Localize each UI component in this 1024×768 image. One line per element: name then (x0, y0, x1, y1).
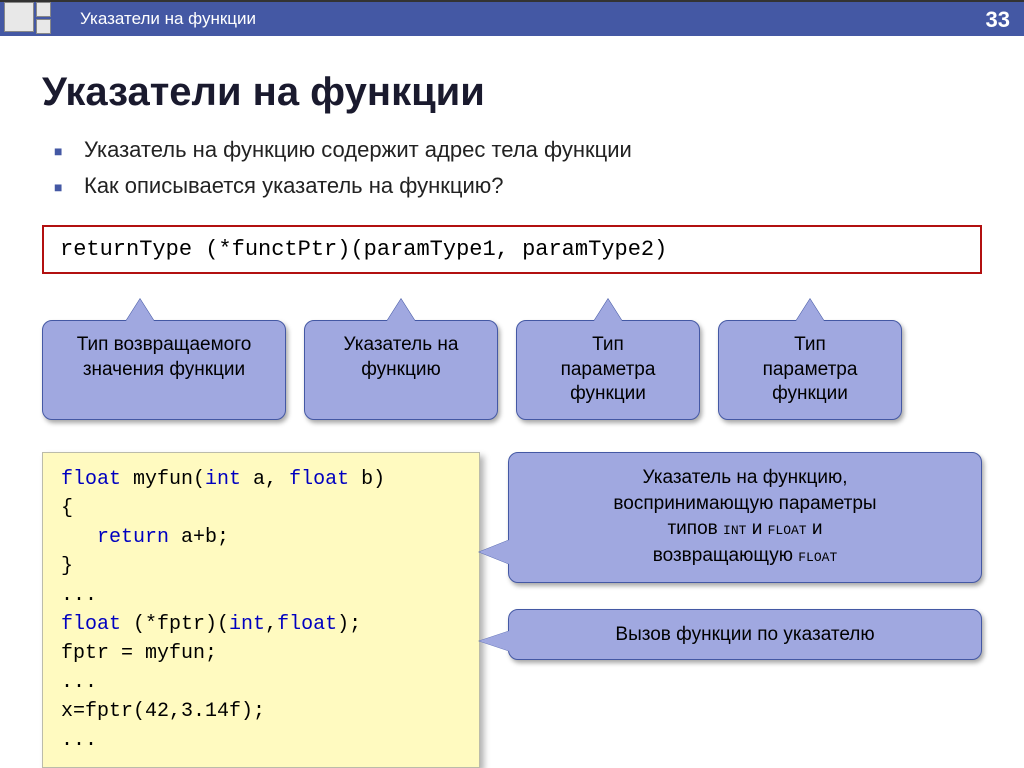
callout-line: Тип (592, 334, 624, 355)
code-inline: int (723, 518, 746, 540)
callouts-row: Тип возвращаемого значения функции Указа… (42, 320, 982, 420)
code-text: b) (349, 468, 385, 491)
header-ornament (4, 2, 64, 36)
slide-content: Указатели на функции Указатель на функци… (0, 36, 1024, 768)
callout-return-type: Тип возвращаемого значения функции (42, 320, 286, 420)
bullet-list: Указатель на функцию содержит адрес тела… (54, 137, 982, 199)
callout-line: параметра (561, 359, 656, 380)
callout-line: Тип (794, 334, 826, 355)
kw: float (277, 613, 337, 636)
code-text: ... (61, 729, 97, 752)
code-text: ); (337, 613, 361, 636)
code-text: a+b; (169, 526, 229, 549)
code-text: (*fptr)( (121, 613, 229, 636)
code-text: fptr = myfun; (61, 642, 217, 665)
slide-title: Указатели на функции (42, 70, 982, 115)
kw: float (61, 613, 121, 636)
page-number: 33 (986, 7, 1010, 33)
code-text: a, (241, 468, 289, 491)
code-text: , (265, 613, 277, 636)
callout-text: и (807, 518, 823, 539)
callout-param1-type: Тип параметра функции (516, 320, 700, 420)
code-text: } (61, 555, 73, 578)
callout-line: Указатель на функцию, (643, 467, 848, 488)
code-inline: float (768, 518, 807, 540)
kw: int (229, 613, 265, 636)
callout-call-by-pointer: Вызов функции по указателю (508, 609, 982, 661)
code-text: myfun( (121, 468, 205, 491)
header-title: Указатели на функции (80, 9, 256, 29)
code-inline: float (798, 545, 837, 567)
kw: int (205, 468, 241, 491)
bullet-item: Как описывается указатель на функцию? (54, 173, 982, 199)
callout-line: параметра (763, 359, 858, 380)
code-text: { (61, 497, 73, 520)
slide-header: Указатели на функции 33 (0, 0, 1024, 36)
callout-pointer-description: Указатель на функцию, воспринимающую пар… (508, 452, 982, 583)
code-text: ... (61, 671, 97, 694)
bottom-area: float myfun(int a, float b) { return a+b… (42, 452, 982, 768)
code-text: ... (61, 584, 97, 607)
code-text: x=fptr(42,3.14f); (61, 700, 265, 723)
kw: return (61, 526, 169, 549)
callout-param2-type: Тип параметра функции (718, 320, 902, 420)
bullet-item: Указатель на функцию содержит адрес тела… (54, 137, 982, 163)
callout-text: и (746, 518, 767, 539)
callout-line: функции (570, 383, 646, 404)
kw: float (289, 468, 349, 491)
callout-text: возвращающую (653, 545, 799, 566)
callout-pointer: Указатель на функцию (304, 320, 498, 420)
syntax-declaration: returnType (*functPtr)(paramType1, param… (42, 225, 982, 274)
callout-text: типов (667, 518, 723, 539)
right-callouts: Указатель на функцию, воспринимающую пар… (508, 452, 982, 660)
code-example: float myfun(int a, float b) { return a+b… (42, 452, 480, 768)
kw: float (61, 468, 121, 491)
callout-line: воспринимающую параметры (613, 493, 876, 514)
callout-line: функции (772, 383, 848, 404)
